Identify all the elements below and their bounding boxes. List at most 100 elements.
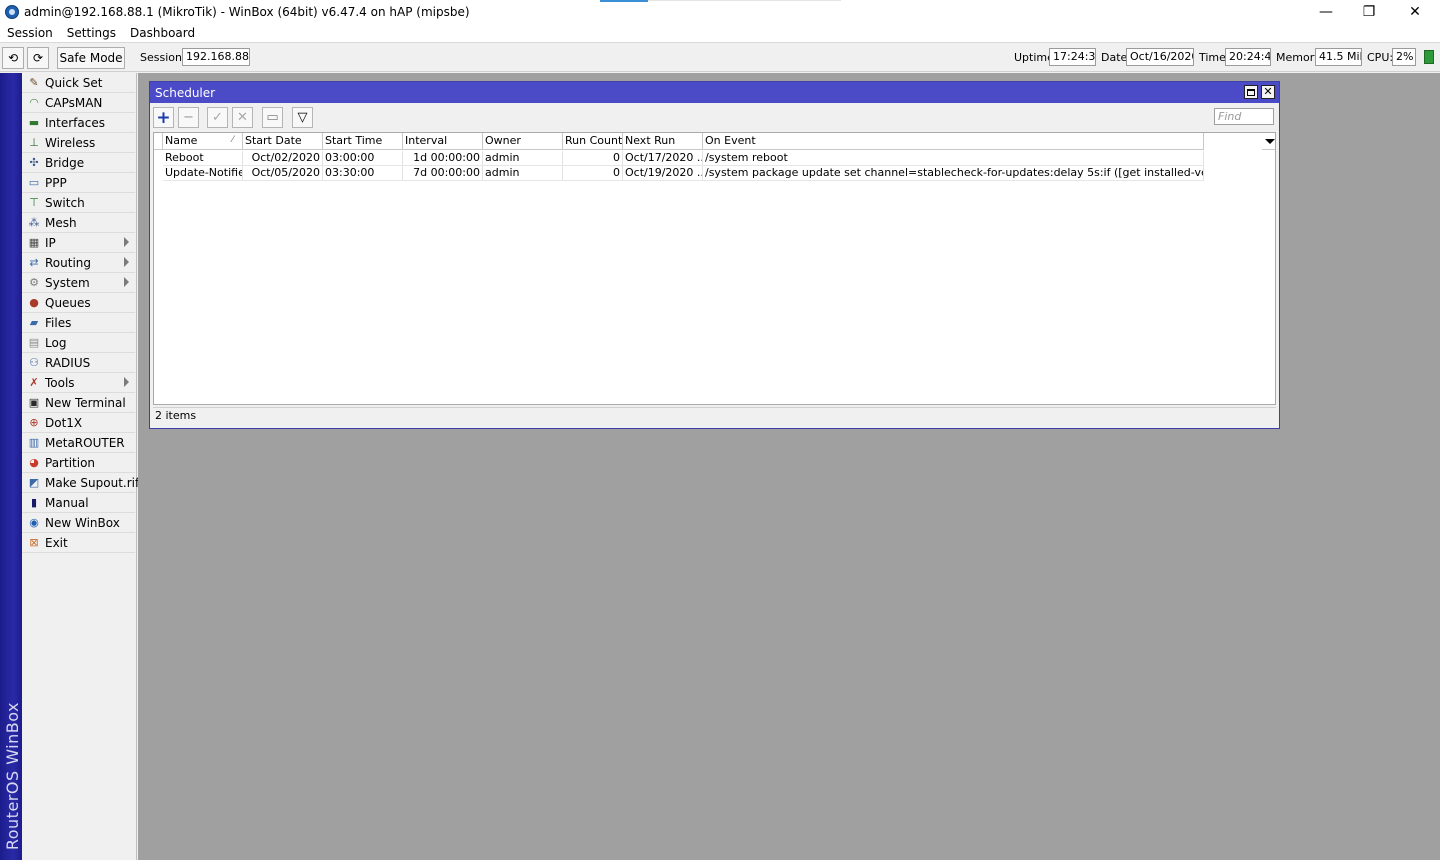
system-icon: ⚙ bbox=[29, 275, 39, 289]
remove-button[interactable]: − bbox=[178, 107, 199, 128]
sidebar-item-system[interactable]: ⚙ System bbox=[22, 273, 135, 293]
sidebar-item-label: System bbox=[45, 275, 90, 290]
main-toolbar: ⟲ ⟳ Safe Mode Session: 192.168.88.1 Upti… bbox=[0, 44, 1440, 72]
minimize-button[interactable]: — bbox=[1303, 0, 1349, 23]
table-cell: 0 bbox=[563, 151, 623, 166]
sidebar-item-ppp[interactable]: ▭ PPP bbox=[22, 173, 135, 193]
winbox-icon: ◉ bbox=[29, 515, 39, 529]
sidebar-item-tools[interactable]: ✗ Tools bbox=[22, 373, 135, 393]
routing-icon: ⇄ bbox=[29, 255, 39, 269]
title-accent-line-2 bbox=[648, 0, 841, 1]
cpu-value: 2% bbox=[1392, 48, 1416, 66]
sidebar-item-metarouter[interactable]: ▥ MetaROUTER bbox=[22, 433, 135, 453]
metarouter-icon: ▥ bbox=[28, 435, 40, 449]
close-icon: ✕ bbox=[1263, 85, 1273, 98]
close-button[interactable]: ✕ bbox=[1392, 0, 1438, 23]
supout-icon: ◩ bbox=[28, 475, 40, 489]
enable-button[interactable]: ✓ bbox=[207, 107, 228, 128]
sidebar-item-wireless[interactable]: ⊥ Wireless bbox=[22, 133, 135, 153]
sidebar-item-label: Exit bbox=[45, 535, 68, 550]
redo-icon: ⟳ bbox=[32, 51, 44, 65]
sidebar-item-dot1x[interactable]: ⊕ Dot1X bbox=[22, 413, 135, 433]
safe-mode-button[interactable]: Safe Mode bbox=[57, 47, 125, 69]
sidebar-item-routing[interactable]: ⇄ Routing bbox=[22, 253, 135, 273]
table-cell: Oct/02/2020 bbox=[243, 151, 323, 166]
column-header-run-count[interactable]: Run Count bbox=[563, 133, 623, 150]
restore-button[interactable]: ❐ bbox=[1346, 0, 1392, 23]
sidebar-item-quick-set[interactable]: ✎ Quick Set bbox=[22, 73, 135, 93]
sidebar-item-partition[interactable]: ◕ Partition bbox=[22, 453, 135, 473]
sidebar-item-radius[interactable]: ⚇ RADIUS bbox=[22, 353, 135, 373]
sidebar-item-log[interactable]: ▤ Log bbox=[22, 333, 135, 353]
check-icon: ✓ bbox=[212, 110, 223, 125]
sidebar-item-label: Routing bbox=[45, 255, 92, 270]
sort-indicator-icon: ⁄ bbox=[232, 135, 234, 145]
exit-icon: ⊠ bbox=[29, 535, 39, 549]
scheduler-title-bar[interactable]: Scheduler ✕ bbox=[150, 82, 1279, 103]
sidebar-item-queues[interactable]: ● Queues bbox=[22, 293, 135, 313]
sidebar-item-exit[interactable]: ⊠ Exit bbox=[22, 533, 135, 553]
column-header-start-date[interactable]: Start Date bbox=[243, 133, 323, 150]
redo-button[interactable]: ⟳ bbox=[27, 47, 49, 69]
menu-session[interactable]: Session bbox=[0, 26, 60, 40]
filter-icon: ▽ bbox=[297, 110, 308, 125]
sidebar-item-manual[interactable]: ▮ Manual bbox=[22, 493, 135, 513]
uptime-value: 17:24:34 bbox=[1049, 48, 1096, 66]
column-header-on-event[interactable]: On Event bbox=[703, 133, 1204, 150]
maximize-window-button[interactable] bbox=[1244, 85, 1258, 99]
scheduler-table: Name Start Date Start Time Interval Owner Run… bbox=[153, 132, 1276, 405]
table-cell: Oct/19/2020 ... bbox=[623, 166, 703, 181]
title-accent-line bbox=[600, 0, 648, 2]
maximize-icon bbox=[1247, 88, 1255, 96]
wand-icon: ✎ bbox=[29, 75, 39, 89]
menu-dashboard[interactable]: Dashboard bbox=[123, 26, 202, 40]
sidebar-item-bridge[interactable]: ✣ Bridge bbox=[22, 153, 135, 173]
sidebar-item-label: Make Supout.rif bbox=[45, 475, 140, 490]
status-indicator bbox=[1424, 50, 1434, 64]
disable-button[interactable]: ✕ bbox=[232, 107, 253, 128]
column-header-interval[interactable]: Interval bbox=[403, 133, 483, 150]
table-cell: Oct/05/2020 bbox=[243, 166, 323, 181]
sidebar-item-label: Dot1X bbox=[45, 415, 83, 430]
filter-button[interactable]: ▽ bbox=[292, 107, 313, 128]
close-window-button[interactable]: ✕ bbox=[1261, 85, 1275, 99]
column-header-next-run[interactable]: Next Run bbox=[623, 133, 703, 150]
sidebar-item-label: New Terminal bbox=[45, 395, 126, 410]
table-cell: /system reboot bbox=[703, 151, 1204, 166]
undo-button[interactable]: ⟲ bbox=[2, 47, 24, 69]
sidebar-item-mesh[interactable]: ⁂ Mesh bbox=[22, 213, 135, 233]
sidebar-item-interfaces[interactable]: ▬ Interfaces bbox=[22, 113, 135, 133]
window-title: admin@192.168.88.1 (MikroTik) - WinBox (… bbox=[24, 4, 470, 19]
columns-dropdown[interactable] bbox=[1262, 133, 1275, 150]
column-header-start-time[interactable]: Start Time bbox=[323, 133, 403, 150]
status-bar: 2 items bbox=[153, 407, 1276, 425]
comment-button[interactable]: ▭ bbox=[262, 107, 283, 128]
brand-text: RouterOS WinBox bbox=[3, 701, 22, 850]
table-cell: 03:00:00 bbox=[323, 151, 403, 166]
wireless-icon: ⊥ bbox=[29, 135, 39, 149]
sidebar-item-new-terminal[interactable]: ▣ New Terminal bbox=[22, 393, 135, 413]
sidebar-item-capsman[interactable]: ◠ CAPsMAN bbox=[22, 93, 135, 113]
winbox-app-icon bbox=[5, 4, 19, 19]
session-label: Session: bbox=[140, 51, 186, 64]
scheduler-title: Scheduler bbox=[155, 85, 216, 100]
sidebar-item-make-supout-rif[interactable]: ◩ Make Supout.rif bbox=[22, 473, 139, 493]
plus-icon: + bbox=[156, 107, 171, 128]
column-header-name[interactable]: Name bbox=[163, 133, 243, 150]
sidebar-item-label: RADIUS bbox=[45, 355, 91, 370]
menu-settings[interactable]: Settings bbox=[60, 26, 123, 40]
sidebar-item-switch[interactable]: ⊤ Switch bbox=[22, 193, 135, 213]
brand-strip: RouterOS WinBox bbox=[0, 73, 22, 860]
add-button[interactable]: + bbox=[153, 107, 174, 128]
sidebar-item-new-winbox[interactable]: ◉ New WinBox bbox=[22, 513, 135, 533]
sidebar-item-ip[interactable]: ▦ IP bbox=[22, 233, 135, 253]
bridge-icon: ✣ bbox=[29, 155, 39, 169]
column-header-owner[interactable]: Owner bbox=[483, 133, 563, 150]
log-icon: ▤ bbox=[28, 335, 40, 349]
submenu-arrow-icon bbox=[124, 377, 129, 387]
sidebar-item-files[interactable]: ▰ Files bbox=[22, 313, 135, 333]
find-input[interactable]: Find bbox=[1214, 108, 1274, 125]
session-field[interactable]: 192.168.88.1 bbox=[182, 48, 250, 66]
window-title-bar: admin@192.168.88.1 (MikroTik) - WinBox (… bbox=[0, 0, 1440, 23]
sidebar-item-label: Bridge bbox=[45, 155, 85, 170]
